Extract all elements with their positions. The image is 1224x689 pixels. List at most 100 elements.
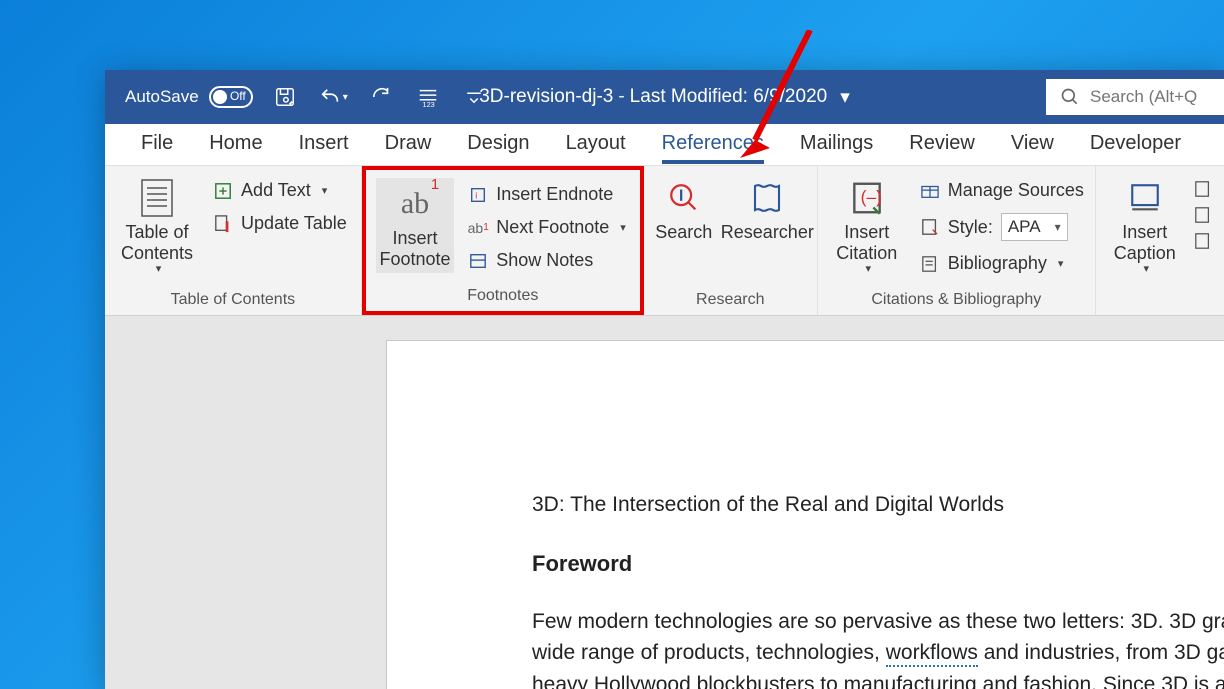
partial-icon-1 bbox=[1194, 180, 1212, 198]
tab-view[interactable]: View bbox=[993, 126, 1072, 163]
insert-footnote-icon: ab 1 bbox=[401, 182, 429, 226]
style-value: APA bbox=[1008, 217, 1041, 237]
tab-design[interactable]: Design bbox=[449, 126, 547, 163]
line-numbers-icon[interactable]: 123 bbox=[416, 85, 440, 109]
doc-name: 3D-revision-dj-3 bbox=[479, 86, 613, 108]
body-text-3: heavy Hollywood blockbusters to manufact… bbox=[532, 673, 1224, 689]
style-selector[interactable]: Style: APA bbox=[916, 211, 1088, 243]
chevron-down-icon: ▾ bbox=[322, 184, 328, 197]
add-text-label: Add Text bbox=[241, 180, 311, 201]
search-button[interactable]: Search bbox=[654, 174, 714, 245]
group-footnotes: ab 1 Insert Footnote i Insert Endnote bbox=[362, 166, 644, 315]
group-label-footnotes: Footnotes bbox=[376, 283, 630, 311]
show-notes-icon bbox=[468, 251, 488, 271]
show-notes-button[interactable]: Show Notes bbox=[464, 248, 630, 273]
search-label: Search bbox=[655, 222, 712, 243]
add-text-button[interactable]: Add Text ▾ bbox=[209, 178, 351, 203]
undo-icon[interactable]: ▾ bbox=[319, 85, 348, 109]
chevron-down-icon: ▾ bbox=[1144, 263, 1150, 276]
insert-footnote-button[interactable]: ab 1 Insert Footnote bbox=[376, 178, 454, 273]
autosave: AutoSave Off bbox=[125, 86, 253, 108]
ribbon: Table of Contents ▾ Add Text ▾ bbox=[105, 166, 1224, 316]
update-table-button[interactable]: Update Table bbox=[209, 211, 351, 236]
svg-text:(–): (–) bbox=[860, 187, 881, 207]
next-footnote-button[interactable]: ab1 Next Footnote ▾ bbox=[464, 215, 630, 240]
insert-citation-label: Insert Citation bbox=[836, 222, 897, 263]
tab-file[interactable]: File bbox=[123, 126, 191, 163]
chevron-down-icon: ▾ bbox=[840, 86, 850, 109]
researcher-label: Researcher bbox=[721, 222, 814, 243]
quick-access-toolbar: ▾ 123 bbox=[273, 85, 486, 109]
next-footnote-icon: ab1 bbox=[468, 218, 488, 238]
body-text-1: Few modern technologies are so pervasive… bbox=[532, 610, 1224, 633]
autosave-toggle[interactable]: Off bbox=[209, 86, 253, 108]
tab-references[interactable]: References bbox=[644, 126, 782, 163]
separator: - bbox=[618, 86, 624, 108]
style-dropdown[interactable]: APA bbox=[1001, 213, 1068, 241]
svg-text:i: i bbox=[476, 190, 478, 200]
manage-sources-label: Manage Sources bbox=[948, 180, 1084, 201]
document-title[interactable]: 3D-revision-dj-3 - Last Modified: 6/9/20… bbox=[479, 86, 850, 109]
partial-icon-3 bbox=[1194, 232, 1212, 250]
autosave-state: Off bbox=[230, 89, 246, 103]
tab-review[interactable]: Review bbox=[891, 126, 993, 163]
doc-foreword-heading: Foreword bbox=[532, 547, 1224, 580]
save-icon[interactable] bbox=[273, 85, 297, 109]
researcher-icon bbox=[749, 176, 785, 220]
toc-icon bbox=[140, 176, 174, 220]
group-label-toc: Table of Contents bbox=[115, 287, 351, 315]
svg-text:123: 123 bbox=[422, 100, 434, 108]
show-notes-label: Show Notes bbox=[496, 250, 593, 271]
insert-endnote-icon: i bbox=[468, 185, 488, 205]
body-text-2b: and industries, from 3D gam bbox=[978, 641, 1224, 664]
search-icon bbox=[667, 176, 701, 220]
bibliography-button[interactable]: Bibliography ▾ bbox=[916, 251, 1088, 276]
group-label-citations: Citations & Bibliography bbox=[828, 287, 1085, 315]
update-table-label: Update Table bbox=[241, 213, 347, 234]
update-table-icon bbox=[213, 214, 233, 234]
insert-endnote-button[interactable]: i Insert Endnote bbox=[464, 182, 630, 207]
tab-insert[interactable]: Insert bbox=[281, 126, 367, 163]
tab-draw[interactable]: Draw bbox=[367, 126, 450, 163]
researcher-button[interactable]: Researcher bbox=[728, 174, 807, 245]
tab-home[interactable]: Home bbox=[191, 126, 280, 163]
doc-body: Few modern technologies are so pervasive… bbox=[532, 606, 1224, 689]
partial-icon-2 bbox=[1194, 206, 1212, 224]
tab-mailings[interactable]: Mailings bbox=[782, 126, 891, 163]
autosave-label: AutoSave bbox=[125, 87, 199, 107]
insert-caption-button[interactable]: Insert Caption ▾ bbox=[1106, 174, 1184, 278]
chevron-down-icon: ▾ bbox=[156, 263, 162, 276]
chevron-down-icon: ▾ bbox=[1058, 257, 1064, 270]
ribbon-tabs: FileHomeInsertDrawDesignLayoutReferences… bbox=[105, 124, 1224, 166]
group-citations: (–) Insert Citation ▾ Manage Sources bbox=[818, 166, 1096, 315]
manage-sources-icon bbox=[920, 181, 940, 201]
doc-title: 3D: The Intersection of the Real and Dig… bbox=[532, 489, 1224, 521]
toggle-dot bbox=[213, 90, 227, 104]
tab-layout[interactable]: Layout bbox=[548, 126, 644, 163]
search-input[interactable] bbox=[1090, 87, 1210, 107]
insert-citation-icon: (–) bbox=[848, 176, 886, 220]
search-icon bbox=[1060, 87, 1080, 107]
spelling-underline[interactable]: workflows bbox=[886, 641, 978, 667]
titlebar: AutoSave Off ▾ 123 3D bbox=[105, 70, 1224, 124]
table-of-contents-button[interactable]: Table of Contents ▾ bbox=[115, 174, 199, 278]
word-window: AutoSave Off ▾ 123 3D bbox=[105, 70, 1224, 689]
add-text-icon bbox=[213, 181, 233, 201]
redo-icon[interactable] bbox=[370, 85, 394, 109]
toc-label: Table of Contents bbox=[121, 222, 193, 263]
search-box[interactable] bbox=[1046, 79, 1224, 115]
style-icon bbox=[920, 217, 940, 237]
insert-citation-button[interactable]: (–) Insert Citation ▾ bbox=[828, 174, 906, 278]
manage-sources-button[interactable]: Manage Sources bbox=[916, 178, 1088, 203]
chevron-down-icon: ▾ bbox=[866, 263, 872, 276]
insert-endnote-label: Insert Endnote bbox=[496, 184, 613, 205]
group-table-of-contents: Table of Contents ▾ Add Text ▾ bbox=[105, 166, 362, 315]
body-text-2a: wide range of products, technologies, bbox=[532, 641, 886, 664]
group-label-research: Research bbox=[654, 287, 807, 315]
insert-caption-icon bbox=[1128, 176, 1162, 220]
group-captions: Insert Caption ▾ bbox=[1096, 166, 1224, 315]
document-area: 3D: The Intersection of the Real and Dig… bbox=[105, 316, 1224, 689]
document-page[interactable]: 3D: The Intersection of the Real and Dig… bbox=[386, 340, 1224, 689]
bibliography-icon bbox=[920, 254, 940, 274]
tab-developer[interactable]: Developer bbox=[1072, 126, 1199, 163]
